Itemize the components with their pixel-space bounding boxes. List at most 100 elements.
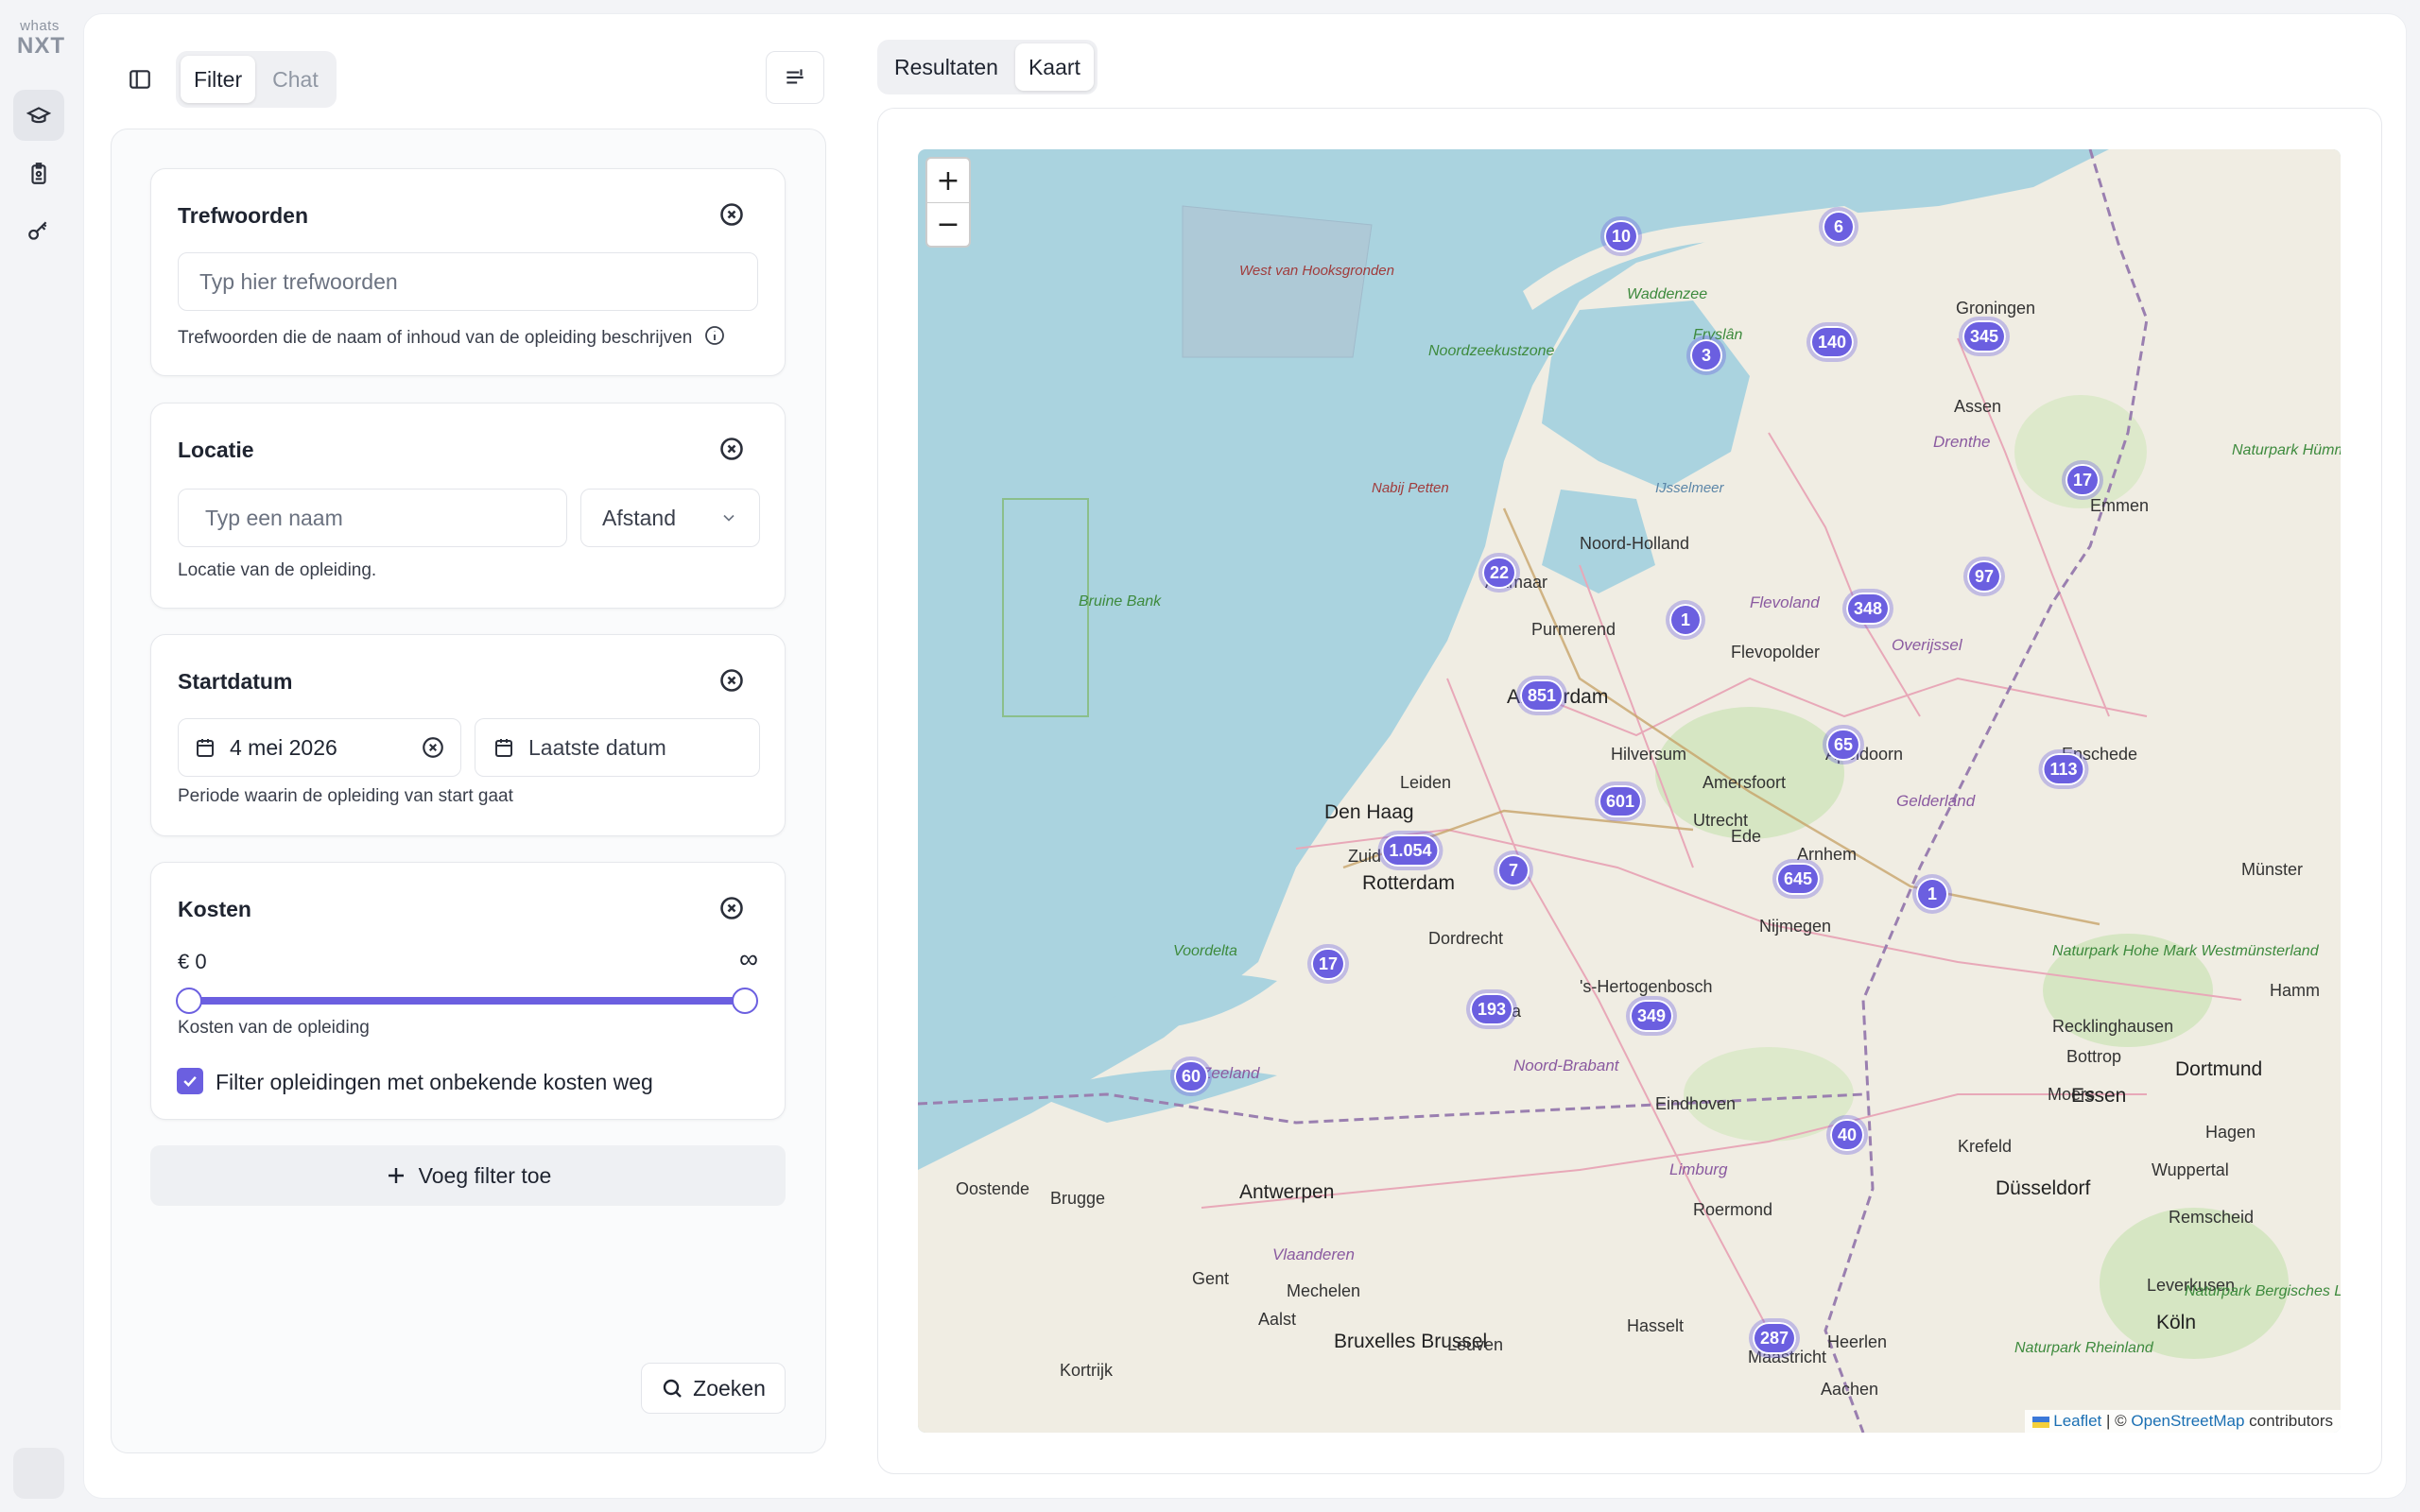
location-helper: Locatie van de opleiding. — [178, 560, 377, 580]
location-input[interactable]: Typ een naam — [178, 489, 567, 547]
map-cluster-marker[interactable]: 348 — [1845, 593, 1891, 625]
map-cluster-marker[interactable]: 1 — [1916, 878, 1948, 910]
keywords-card: Trefwoorden Typ hier trefwoorden Trefwoo… — [150, 168, 786, 376]
costs-clear-button[interactable] — [718, 895, 745, 921]
map-place-label: Naturpark Bergisches Land — [2185, 1283, 2341, 1299]
map-cluster-marker[interactable]: 349 — [1629, 1000, 1674, 1032]
info-icon[interactable] — [703, 324, 726, 352]
location-clear-button[interactable] — [718, 436, 745, 462]
nav-badge-button[interactable] — [13, 148, 64, 199]
costs-range-track[interactable] — [189, 997, 745, 1005]
zoom-control: + − — [925, 157, 971, 248]
costs-min-handle[interactable] — [176, 988, 202, 1014]
nav-key-button[interactable] — [13, 206, 64, 257]
map-place-label: Düsseldorf — [1996, 1177, 2091, 1199]
map-place-label: Aalst — [1258, 1310, 1297, 1329]
attribution-separator: | © — [2106, 1412, 2127, 1430]
map-place-label: Zuid — [1348, 847, 1382, 866]
circle-x-icon[interactable] — [421, 735, 445, 760]
map-cluster-marker[interactable]: 1 — [1669, 604, 1702, 636]
map-place-label: Noord-Brabant — [1513, 1057, 1619, 1074]
filter-settings-button[interactable] — [766, 51, 824, 104]
map-cluster-marker[interactable]: 65 — [1825, 729, 1861, 761]
map-cluster-marker[interactable]: 601 — [1598, 785, 1643, 817]
map-cluster-marker[interactable]: 851 — [1519, 679, 1564, 712]
location-title: Locatie — [178, 438, 254, 462]
add-filter-button[interactable]: Voeg filter toe — [150, 1145, 786, 1206]
tab-chat[interactable]: Chat — [259, 56, 332, 103]
map-place-label: Gent — [1192, 1269, 1230, 1288]
costs-title: Kosten — [178, 897, 251, 921]
start-date-to-field[interactable]: Laatste datum — [475, 718, 760, 777]
map-place-label: Emmen — [2090, 496, 2150, 515]
map-place-label: Leuven — [1447, 1335, 1504, 1354]
tab-map[interactable]: Kaart — [1014, 43, 1094, 91]
map-place-label: Köln — [2156, 1312, 2197, 1333]
map-cluster-marker[interactable]: 3 — [1690, 339, 1722, 371]
costs-max-handle[interactable] — [732, 988, 758, 1014]
map-place-label: Leiden — [1400, 773, 1452, 792]
map-view[interactable]: + − West van Hooksgronden Waddenzee Noordz… — [918, 149, 2341, 1433]
map-cluster-marker[interactable]: 1.054 — [1381, 834, 1440, 867]
circle-x-icon — [720, 438, 743, 460]
map-place-label: Waddenzee — [1627, 286, 1708, 302]
map-place-label: Hamm — [2270, 981, 2320, 1000]
map-cluster-marker[interactable]: 345 — [1962, 320, 2007, 352]
map-place-label: Amersfoort — [1703, 773, 1787, 792]
map-cluster-marker[interactable]: 140 — [1809, 326, 1855, 358]
map-cluster-marker[interactable]: 17 — [2065, 464, 2100, 496]
map-cluster-marker[interactable]: 17 — [1310, 948, 1346, 980]
osm-link[interactable]: OpenStreetMap — [2131, 1412, 2244, 1430]
map-attribution: Leaflet | © OpenStreetMap contributors — [2024, 1410, 2341, 1433]
search-button[interactable]: Zoeken — [641, 1363, 786, 1414]
user-avatar-button[interactable] — [13, 1448, 64, 1499]
map-place-label: Limburg — [1669, 1160, 1728, 1178]
map-place-label: Dordrecht — [1428, 929, 1504, 948]
sea-zone-bruine-bank — [1002, 498, 1089, 717]
keywords-input[interactable]: Typ hier trefwoorden — [178, 252, 758, 311]
map-place-label: Naturpark Hohe Mark Westmünsterland — [2052, 943, 2319, 959]
map-place-label: Essen — [2071, 1085, 2127, 1107]
unknown-costs-checkbox[interactable] — [177, 1068, 203, 1094]
map-cluster-marker[interactable]: 22 — [1481, 557, 1517, 589]
map-place-label: Hasselt — [1627, 1316, 1685, 1335]
circle-x-icon — [720, 669, 743, 692]
start-date-to-placeholder: Laatste datum — [528, 734, 666, 760]
check-icon — [183, 1075, 197, 1087]
map-place-label: Overijssel — [1892, 636, 1962, 654]
map-place-label: Nijmegen — [1759, 917, 1832, 936]
ukraine-flag-icon — [2031, 1416, 2049, 1428]
startdate-card: Startdatum 4 mei 2026 Laatste datum Peri… — [150, 634, 786, 836]
toggle-sidebar-button[interactable] — [121, 60, 159, 98]
map-place-label: Krefeld — [1958, 1137, 2013, 1156]
key-icon — [28, 221, 47, 240]
tab-filter[interactable]: Filter — [181, 56, 256, 103]
map-place-label: Mechelen — [1287, 1281, 1361, 1300]
nav-education-button[interactable] — [13, 90, 64, 141]
map-cluster-marker[interactable]: 645 — [1775, 863, 1821, 895]
map-cluster-marker[interactable]: 40 — [1829, 1119, 1865, 1151]
map-cluster-marker[interactable]: 287 — [1752, 1322, 1797, 1354]
map-cluster-marker[interactable]: 60 — [1173, 1060, 1209, 1092]
map-place-label: Nabij Petten — [1372, 480, 1449, 496]
tab-results[interactable]: Resultaten — [881, 43, 1011, 91]
zoom-out-button[interactable]: − — [927, 202, 969, 246]
leaflet-link[interactable]: Leaflet — [2053, 1412, 2101, 1430]
map-place-label: Den Haag — [1324, 801, 1414, 823]
start-date-from-field[interactable]: 4 mei 2026 — [178, 718, 461, 777]
keywords-clear-button[interactable] — [718, 201, 745, 228]
zoom-in-button[interactable]: + — [927, 159, 969, 202]
keywords-helper: Trefwoorden die de naam of inhoud van de… — [178, 324, 726, 352]
logo-top-text: whats — [20, 18, 60, 34]
distance-select[interactable]: Afstand — [580, 489, 760, 547]
distance-select-value: Afstand — [602, 505, 676, 530]
map-cluster-marker[interactable]: 6 — [1823, 211, 1855, 243]
startdate-clear-button[interactable] — [718, 667, 745, 694]
map-cluster-marker[interactable]: 10 — [1603, 220, 1639, 252]
app-logo[interactable]: whats NXT — [17, 18, 64, 59]
map-cluster-marker[interactable]: 193 — [1469, 993, 1514, 1025]
map-cluster-marker[interactable]: 7 — [1497, 854, 1530, 886]
map-cluster-marker[interactable]: 97 — [1966, 560, 2002, 593]
map-cluster-marker[interactable]: 113 — [2042, 753, 2085, 785]
map-place-label: Bottrop — [2066, 1047, 2122, 1066]
